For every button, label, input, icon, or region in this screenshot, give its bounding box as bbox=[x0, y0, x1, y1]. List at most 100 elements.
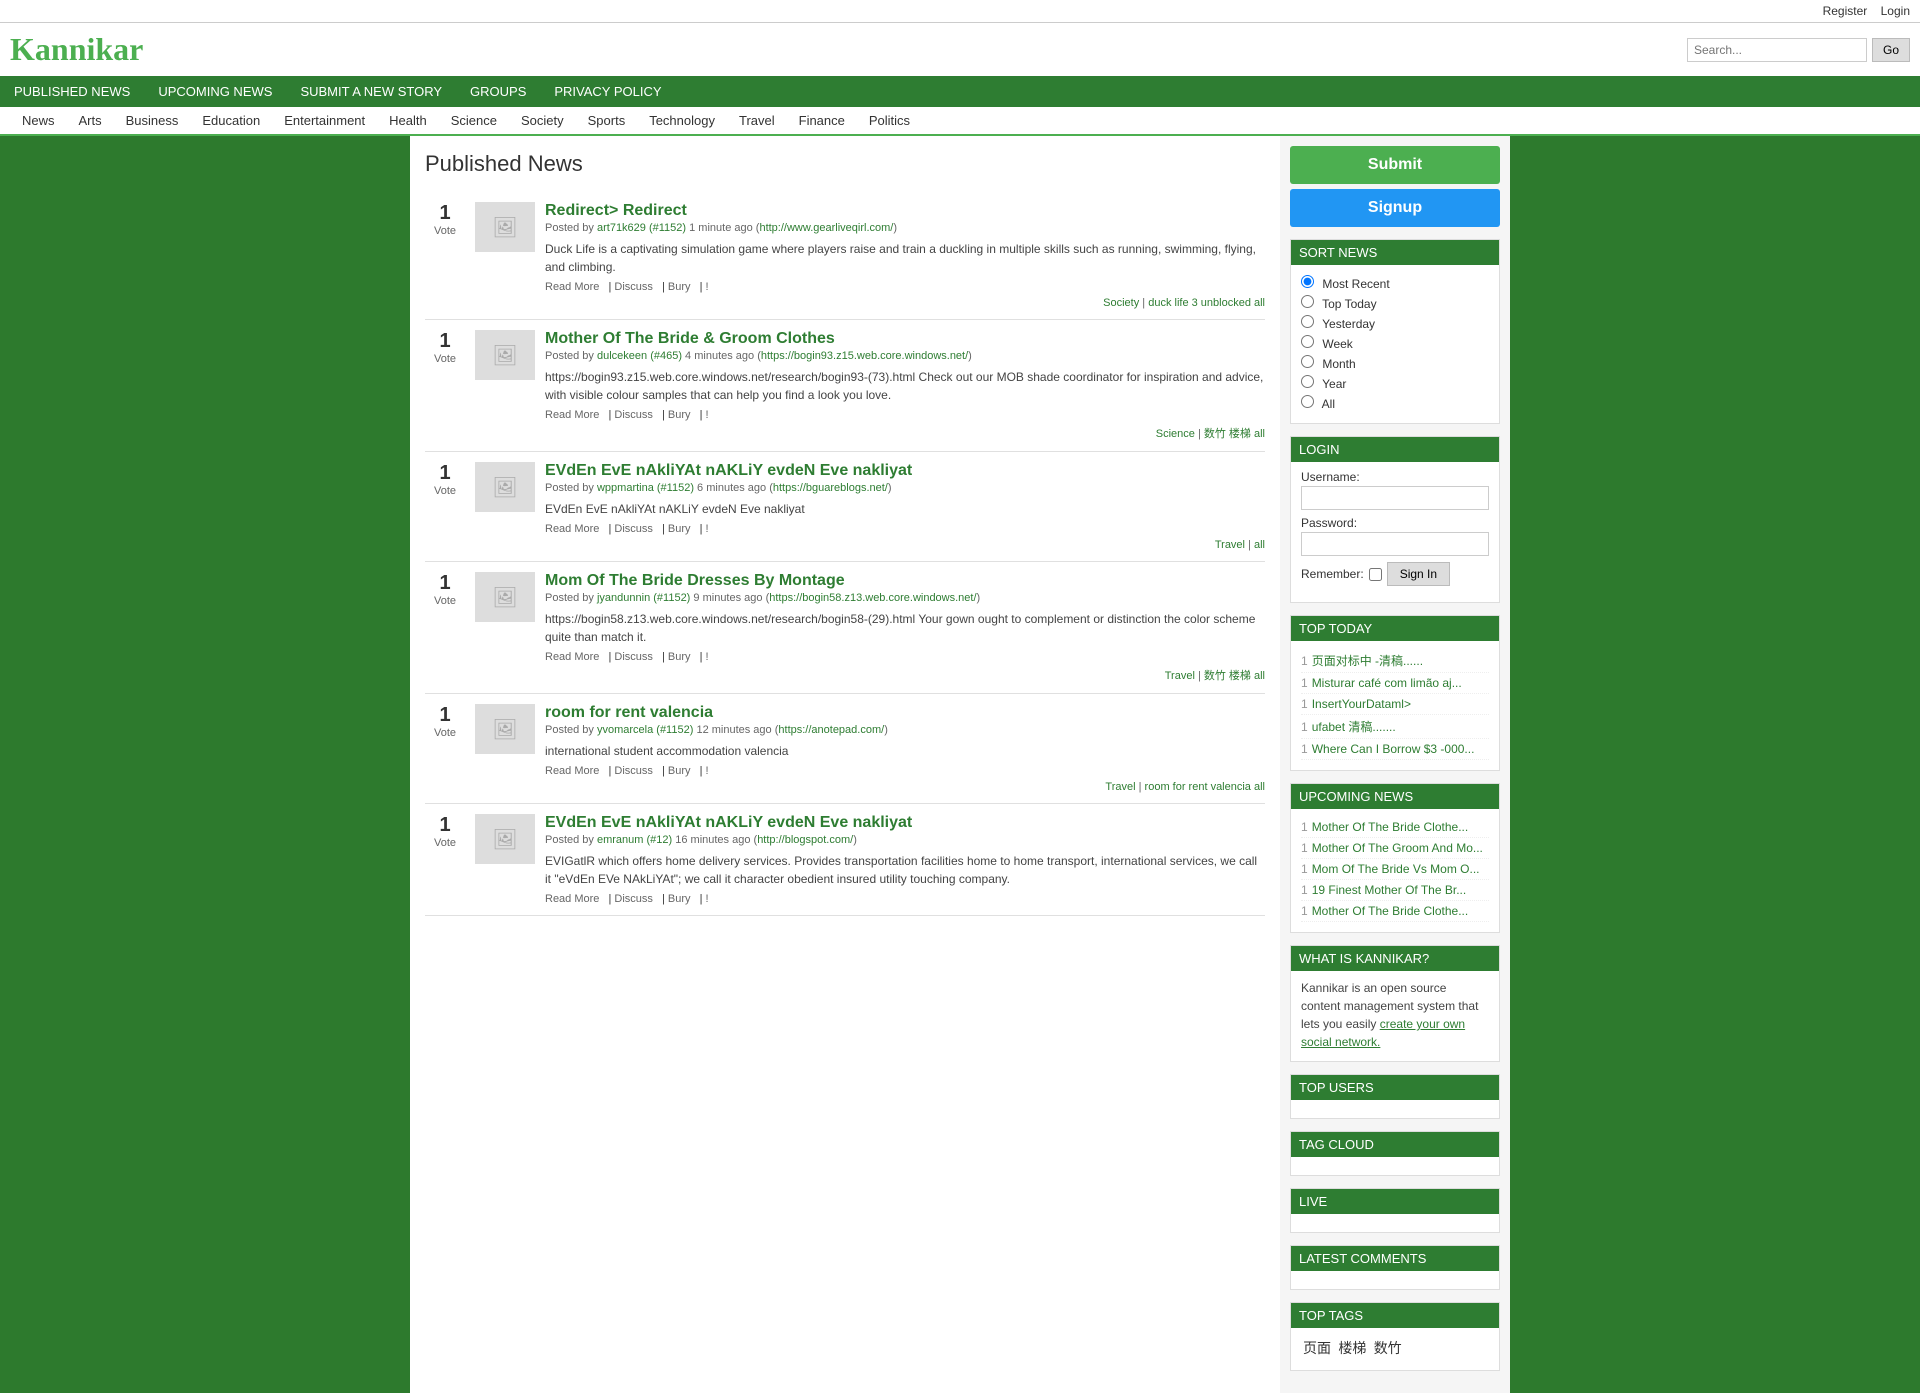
author-link[interactable]: wppmartina (#1152) bbox=[597, 482, 694, 494]
tag-link[interactable]: 数竹 bbox=[1374, 1338, 1402, 1358]
bury-link[interactable]: Bury bbox=[668, 651, 691, 663]
sort-week[interactable]: Week bbox=[1301, 333, 1489, 353]
subnav-sports[interactable]: Sports bbox=[576, 107, 638, 134]
story-title[interactable]: Mom Of The Bride Dresses By Montage bbox=[545, 572, 845, 589]
source-link[interactable]: http://blogspot.com/ bbox=[757, 834, 853, 846]
flag-link[interactable]: ! bbox=[706, 651, 709, 663]
read-more-link[interactable]: Read More bbox=[545, 409, 599, 421]
subnav-health[interactable]: Health bbox=[377, 107, 439, 134]
top-today-link[interactable]: Misturar café com limão aj... bbox=[1312, 676, 1462, 690]
story-links: Read More | Discuss | Bury | ! bbox=[545, 765, 1265, 777]
bury-link[interactable]: Bury bbox=[668, 765, 691, 777]
read-more-link[interactable]: Read More bbox=[545, 523, 599, 535]
source-link[interactable]: http://www.gearliveqirl.com/ bbox=[759, 222, 893, 234]
upcoming-link[interactable]: 19 Finest Mother Of The Br... bbox=[1312, 883, 1467, 897]
sort-month[interactable]: Month bbox=[1301, 353, 1489, 373]
read-more-link[interactable]: Read More bbox=[545, 765, 599, 777]
login-link[interactable]: Login bbox=[1881, 4, 1910, 18]
upcoming-link[interactable]: Mother Of The Bride Clothe... bbox=[1312, 904, 1469, 918]
tag-link[interactable]: 楼梯 bbox=[1338, 1338, 1366, 1358]
bury-link[interactable]: Bury bbox=[668, 409, 691, 421]
top-today-title: TOP TODAY bbox=[1291, 616, 1499, 641]
read-more-link[interactable]: Read More bbox=[545, 893, 599, 905]
subnav-politics[interactable]: Politics bbox=[857, 107, 922, 134]
bury-link[interactable]: Bury bbox=[668, 281, 691, 293]
top-users-title: TOP USERS bbox=[1291, 1075, 1499, 1100]
story-title[interactable]: Mother Of The Bride & Groom Clothes bbox=[545, 330, 835, 347]
vote-label: Vote bbox=[425, 837, 465, 849]
author-link[interactable]: yvomarcela (#1152) bbox=[597, 724, 693, 736]
nav-upcoming-news[interactable]: UPCOMING NEWS bbox=[144, 76, 286, 107]
top-today-link[interactable]: ufabet 清稿....... bbox=[1312, 720, 1396, 734]
search-button[interactable]: Go bbox=[1872, 38, 1910, 62]
story-image: 🖼 bbox=[475, 462, 535, 512]
subnav-science[interactable]: Science bbox=[439, 107, 509, 134]
read-more-link[interactable]: Read More bbox=[545, 281, 599, 293]
bury-link[interactable]: Bury bbox=[668, 523, 691, 535]
nav-privacy-policy[interactable]: PRIVACY POLICY bbox=[540, 76, 675, 107]
nav-published-news[interactable]: PUBLISHED NEWS bbox=[0, 76, 144, 107]
bury-link[interactable]: Bury bbox=[668, 893, 691, 905]
flag-link[interactable]: ! bbox=[706, 893, 709, 905]
author-link[interactable]: emranum (#12) bbox=[597, 834, 672, 846]
remember-checkbox[interactable] bbox=[1369, 568, 1382, 581]
password-input[interactable] bbox=[1301, 532, 1489, 556]
story-title[interactable]: EVdEn EvE nAkliYAt nAKLiY evdeN Eve nakl… bbox=[545, 462, 912, 479]
sort-top-today[interactable]: Top Today bbox=[1301, 293, 1489, 313]
upcoming-link[interactable]: Mom Of The Bride Vs Mom O... bbox=[1312, 862, 1480, 876]
subnav-travel[interactable]: Travel bbox=[727, 107, 787, 134]
top-today-link[interactable]: InsertYourDataml> bbox=[1312, 697, 1411, 711]
upcoming-link[interactable]: Mother Of The Groom And Mo... bbox=[1312, 841, 1483, 855]
flag-link[interactable]: ! bbox=[706, 409, 709, 421]
flag-link[interactable]: ! bbox=[706, 281, 709, 293]
register-link[interactable]: Register bbox=[1823, 4, 1868, 18]
story-body: EVdEn EvE nAkliYAt nAKLiY evdeN Eve nakl… bbox=[545, 814, 1265, 905]
subnav-technology[interactable]: Technology bbox=[637, 107, 727, 134]
top-today-link[interactable]: 页面对标中 -清稿...... bbox=[1312, 654, 1423, 668]
flag-link[interactable]: ! bbox=[706, 523, 709, 535]
subnav-entertainment[interactable]: Entertainment bbox=[272, 107, 377, 134]
story-title[interactable]: room for rent valencia bbox=[545, 704, 713, 721]
signup-button[interactable]: Signup bbox=[1290, 189, 1500, 227]
story-title[interactable]: Redirect> Redirect bbox=[545, 202, 687, 219]
subnav-society[interactable]: Society bbox=[509, 107, 576, 134]
author-link[interactable]: jyandunnin (#1152) bbox=[597, 592, 690, 604]
subnav-news[interactable]: News bbox=[10, 107, 67, 134]
nav-submit-story[interactable]: SUBMIT A NEW STORY bbox=[286, 76, 456, 107]
author-link[interactable]: art71k629 (#1152) bbox=[597, 222, 686, 234]
signin-button[interactable]: Sign In bbox=[1387, 562, 1450, 586]
subnav-education[interactable]: Education bbox=[190, 107, 272, 134]
source-link[interactable]: https://bogin58.z13.web.core.windows.net… bbox=[769, 592, 976, 604]
discuss-link[interactable]: Discuss bbox=[614, 409, 653, 421]
upcoming-news-box: UPCOMING NEWS 1Mother Of The Bride Cloth… bbox=[1290, 783, 1500, 933]
username-input[interactable] bbox=[1301, 486, 1489, 510]
story-item: 1 Vote 🖼 EVdEn EvE nAkliYAt nAKLiY evdeN… bbox=[425, 452, 1265, 562]
discuss-link[interactable]: Discuss bbox=[614, 893, 653, 905]
sort-most-recent[interactable]: Most Recent bbox=[1301, 273, 1489, 293]
source-link[interactable]: https://bguareblogs.net/ bbox=[773, 482, 888, 494]
sidebar: Submit Signup SORT NEWS Most Recent Top … bbox=[1280, 136, 1510, 1393]
source-link[interactable]: https://bogin93.z15.web.core.windows.net… bbox=[761, 350, 968, 362]
sort-year[interactable]: Year bbox=[1301, 373, 1489, 393]
top-today-link[interactable]: Where Can I Borrow $3 -000... bbox=[1312, 742, 1475, 756]
sort-yesterday[interactable]: Yesterday bbox=[1301, 313, 1489, 333]
read-more-link[interactable]: Read More bbox=[545, 651, 599, 663]
sort-all[interactable]: All bbox=[1301, 393, 1489, 413]
subnav-business[interactable]: Business bbox=[114, 107, 191, 134]
submit-button[interactable]: Submit bbox=[1290, 146, 1500, 184]
subnav-arts[interactable]: Arts bbox=[67, 107, 114, 134]
subnav-finance[interactable]: Finance bbox=[787, 107, 857, 134]
tag-link[interactable]: 页面 bbox=[1303, 1338, 1331, 1358]
search-input[interactable] bbox=[1687, 38, 1867, 62]
discuss-link[interactable]: Discuss bbox=[614, 281, 653, 293]
source-link[interactable]: https://anotepad.com/ bbox=[778, 724, 884, 736]
story-image: 🖼 bbox=[475, 814, 535, 864]
discuss-link[interactable]: Discuss bbox=[614, 765, 653, 777]
discuss-link[interactable]: Discuss bbox=[614, 651, 653, 663]
flag-link[interactable]: ! bbox=[706, 765, 709, 777]
nav-groups[interactable]: GROUPS bbox=[456, 76, 540, 107]
discuss-link[interactable]: Discuss bbox=[614, 523, 653, 535]
story-title[interactable]: EVdEn EvE nAkliYAt nAKLiY evdeN Eve nakl… bbox=[545, 814, 912, 831]
upcoming-link[interactable]: Mother Of The Bride Clothe... bbox=[1312, 820, 1469, 834]
author-link[interactable]: dulcekeen (#465) bbox=[597, 350, 682, 362]
